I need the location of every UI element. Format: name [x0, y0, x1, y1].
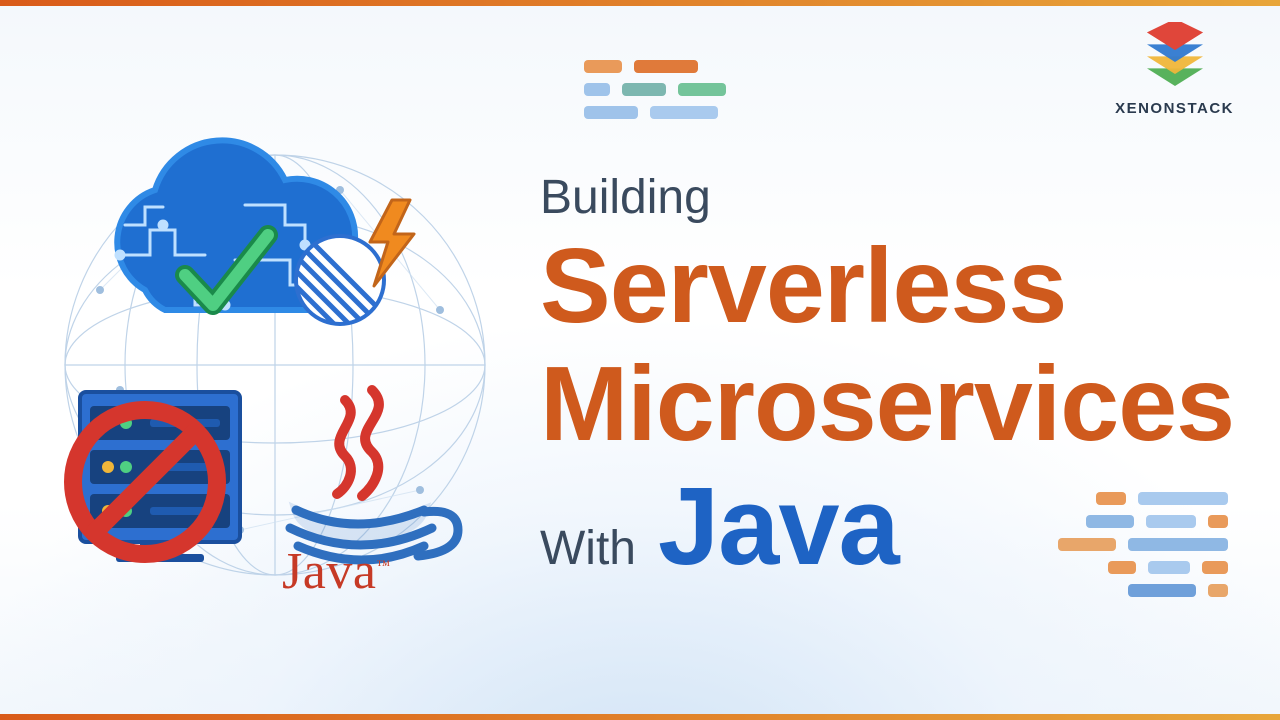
- decor-bar: [584, 60, 622, 73]
- decor-bar: [634, 60, 698, 73]
- decor-bar: [1058, 538, 1116, 551]
- title-line1: Serverless: [540, 232, 1234, 340]
- decor-bar-row: [584, 106, 726, 119]
- title-pretitle: Building: [540, 174, 1234, 222]
- bottom-border: [0, 714, 1280, 720]
- decor-bar: [1086, 515, 1134, 528]
- decor-bar-row: [1086, 515, 1228, 528]
- java-cup-icon: [290, 390, 458, 560]
- decor-bar: [584, 83, 610, 96]
- brand-logo: XENONSTACK: [1115, 22, 1234, 117]
- java-wordmark: Java™: [282, 542, 391, 601]
- decor-bar-row: [584, 83, 726, 96]
- decor-bar: [1138, 492, 1228, 505]
- decor-bars-top: [584, 60, 726, 119]
- illustration: Java™: [40, 130, 510, 600]
- decor-bar-row: [1128, 584, 1228, 597]
- title-with-label: With: [540, 521, 636, 576]
- brand-name: XENONSTACK: [1115, 100, 1234, 117]
- top-border: [0, 0, 1280, 6]
- lightning-icon: [370, 200, 414, 286]
- decor-bar: [622, 83, 666, 96]
- decor-bar-row: [584, 60, 726, 73]
- java-wordmark-text: Java: [282, 543, 376, 600]
- title-emphasis: Java: [658, 472, 899, 582]
- decor-bars-bottom: [1058, 492, 1228, 597]
- decor-bar-row: [1108, 561, 1228, 574]
- decor-bar: [1128, 584, 1196, 597]
- xenonstack-mark-icon: [1134, 22, 1216, 94]
- decor-bar-row: [1058, 538, 1228, 551]
- decor-bar: [1108, 561, 1136, 574]
- decor-bar: [650, 106, 718, 119]
- decor-bar: [1128, 538, 1228, 551]
- decor-bar: [584, 106, 638, 119]
- decor-bar: [678, 83, 726, 96]
- hero-banner: XENONSTACK Building Serverless Microserv…: [0, 0, 1280, 720]
- decor-bar-row: [1096, 492, 1228, 505]
- decor-bar: [1146, 515, 1196, 528]
- decor-bar: [1208, 584, 1228, 597]
- decor-bar: [1148, 561, 1190, 574]
- decor-bar: [1096, 492, 1126, 505]
- decor-bar: [1202, 561, 1228, 574]
- java-trademark: ™: [376, 559, 390, 574]
- decor-bar: [1208, 515, 1228, 528]
- title-line2: Microservices: [540, 350, 1234, 458]
